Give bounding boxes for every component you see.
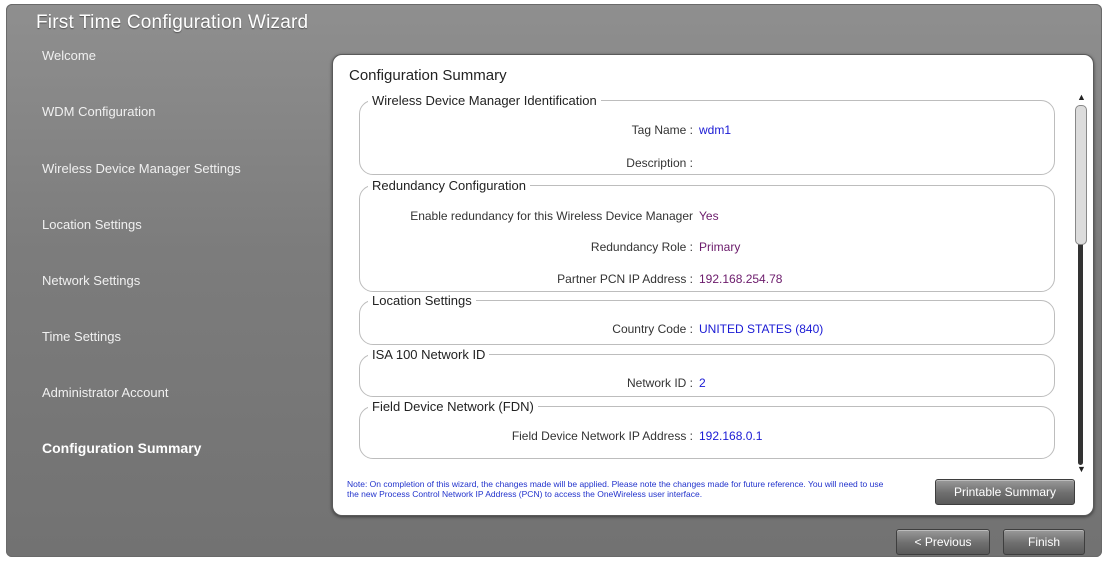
partner-pcn-value: 192.168.254.78 (699, 272, 783, 286)
completion-note: Note: On completion of this wizard, the … (347, 479, 884, 499)
enable-redundancy-label: Enable redundancy for this Wireless Devi… (410, 209, 693, 223)
fdn-ip-value: 192.168.0.1 (699, 429, 763, 443)
network-id-label: Network ID : (626, 376, 693, 390)
step-time-settings[interactable]: Time Settings (42, 329, 121, 344)
summary-scroll-area[interactable]: Wireless Device Manager Identification T… (359, 93, 1059, 485)
group-legend: ISA 100 Network ID (372, 347, 486, 362)
group-location: Location Settings (359, 293, 1055, 345)
step-location-settings[interactable]: Location Settings (42, 217, 142, 232)
panel-title: Configuration Summary (349, 67, 507, 84)
step-wdm-settings[interactable]: Wireless Device Manager Settings (42, 161, 241, 176)
network-id-value: 2 (699, 376, 706, 390)
summary-panel: Configuration Summary Wireless Device Ma… (332, 54, 1094, 516)
group-isa100: ISA 100 Network ID (359, 347, 1055, 397)
country-code-label: Country Code : (612, 322, 693, 336)
scroll-up-arrow-icon[interactable]: ▲ (1077, 93, 1086, 102)
redundancy-role-value: Primary (699, 240, 741, 254)
previous-button[interactable]: < Previous (896, 529, 990, 555)
step-administrator-account[interactable]: Administrator Account (42, 385, 168, 400)
finish-button[interactable]: Finish (1003, 529, 1085, 555)
step-network-settings[interactable]: Network Settings (42, 273, 140, 288)
scroll-thumb[interactable] (1075, 105, 1087, 245)
summary-scrollbar[interactable]: ▲ ▼ (1075, 93, 1087, 474)
redundancy-role-label: Redundancy Role : (590, 240, 693, 254)
step-wdm-configuration[interactable]: WDM Configuration (42, 104, 155, 119)
step-configuration-summary[interactable]: Configuration Summary (42, 440, 201, 456)
description-label: Description : (626, 156, 693, 170)
scroll-down-arrow-icon[interactable]: ▼ (1077, 465, 1086, 474)
enable-redundancy-value: Yes (699, 209, 719, 223)
fdn-ip-label: Field Device Network IP Address : (511, 429, 693, 443)
tag-name-value: wdm1 (699, 123, 732, 137)
printable-summary-button[interactable]: Printable Summary (935, 479, 1075, 505)
wizard-steps: Welcome WDM Configuration Wireless Devic… (42, 0, 322, 560)
tag-name-label: Tag Name : (631, 123, 693, 137)
country-code-value: UNITED STATES (840) (699, 322, 824, 336)
step-welcome[interactable]: Welcome (42, 48, 96, 63)
group-legend: Redundancy Configuration (372, 178, 526, 193)
partner-pcn-label: Partner PCN IP Address : (557, 272, 693, 286)
group-legend: Wireless Device Manager Identification (372, 93, 597, 108)
group-legend: Field Device Network (FDN) (372, 399, 534, 414)
group-legend: Location Settings (372, 293, 472, 308)
